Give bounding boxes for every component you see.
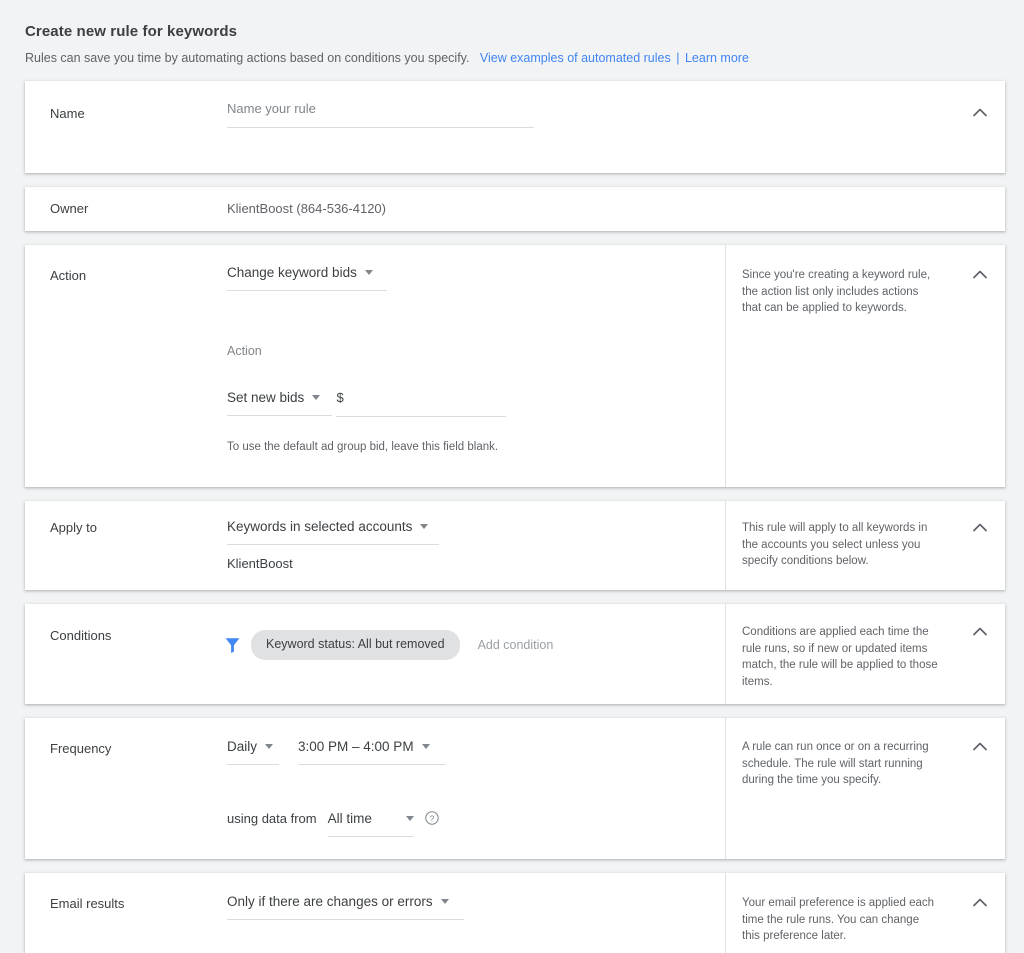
apply-to-account: KlientBoost (227, 545, 725, 573)
action-sub-label: Action (227, 343, 725, 360)
collapse-chevron-icon-action[interactable] (969, 266, 991, 282)
collapse-chevron-icon-conditions[interactable] (969, 623, 991, 639)
card-action-label: Action (25, 245, 227, 487)
card-frequency-label: Frequency (25, 718, 227, 859)
frequency-interval-select[interactable]: Daily (227, 737, 279, 765)
card-owner-aside (725, 187, 1005, 231)
card-conditions-label: Conditions (25, 604, 227, 704)
view-examples-link[interactable]: View examples of automated rules (480, 51, 671, 65)
collapse-chevron-icon-apply-to[interactable] (969, 519, 991, 535)
card-frequency: Frequency Daily 3:00 PM – 4:00 PM using … (25, 718, 1005, 859)
card-frequency-aside: A rule can run once or on a recurring sc… (725, 718, 1005, 859)
frequency-schedule-row: Daily 3:00 PM – 4:00 PM (227, 737, 725, 765)
page-subtitle-text: Rules can save you time by automating ac… (25, 51, 469, 65)
collapse-chevron-icon-name[interactable] (969, 104, 991, 120)
card-name-aside (725, 81, 1005, 173)
card-owner-label: Owner (25, 187, 227, 231)
card-email-results-aside: Your email preference is applied each ti… (725, 873, 1005, 953)
currency-prefix: $ (336, 390, 343, 405)
card-frequency-body: Daily 3:00 PM – 4:00 PM using data from … (227, 718, 725, 859)
condition-chip[interactable]: Keyword status: All but removed (251, 630, 460, 660)
chevron-down-icon-action-type (365, 270, 373, 275)
data-range-value: All time (328, 809, 372, 828)
help-circle-icon[interactable]: ? (425, 811, 439, 825)
card-owner-body: KlientBoost (864-536-4120) (227, 187, 725, 231)
learn-more-link[interactable]: Learn more (685, 51, 749, 65)
action-mode-select[interactable]: Set new bids (227, 388, 332, 416)
chevron-down-icon-frequency-interval (265, 744, 273, 749)
action-mode-select-value: Set new bids (227, 388, 304, 407)
page-title: Create new rule for keywords (25, 22, 1024, 42)
frequency-help-text: A rule can run once or on a recurring sc… (742, 739, 938, 789)
card-email-results-label: Email results (25, 873, 227, 953)
rule-form-cards: Name Name your rule Owner KlientBoost (8… (0, 81, 1024, 953)
chevron-down-icon-apply-to (420, 524, 428, 529)
card-name-label: Name (25, 81, 227, 173)
email-results-help-text: Your email preference is applied each ti… (742, 895, 938, 945)
svg-text:?: ? (429, 813, 434, 823)
bid-amount-hint: To use the default ad group bid, leave t… (227, 439, 725, 455)
frequency-data-range-row: using data from All time ? (227, 809, 725, 837)
card-action-body: Change keyword bids Action Set new bids … (227, 245, 725, 487)
card-name-body: Name your rule (227, 81, 725, 173)
conditions-help-text: Conditions are applied each time the rul… (742, 624, 938, 690)
page-header: Create new rule for keywords Rules can s… (0, 0, 1024, 67)
card-conditions-body: Keyword status: All but removed Add cond… (227, 604, 725, 704)
card-apply-to-aside: This rule will apply to all keywords in … (725, 501, 1005, 590)
collapse-chevron-icon-email-results[interactable] (969, 894, 991, 910)
card-action: Action Change keyword bids Action Set ne… (25, 245, 1005, 487)
apply-to-select-value: Keywords in selected accounts (227, 517, 412, 536)
using-data-from-label: using data from (227, 810, 317, 828)
page-subtitle: Rules can save you time by automating ac… (25, 49, 1024, 67)
card-apply-to-body: Keywords in selected accounts KlientBoos… (227, 501, 725, 590)
card-conditions: Conditions Keyword status: All but remov… (25, 604, 1005, 704)
card-conditions-aside: Conditions are applied each time the rul… (725, 604, 1005, 704)
email-results-value: Only if there are changes or errors (227, 892, 433, 911)
card-apply-to: Apply to Keywords in selected accounts K… (25, 501, 1005, 590)
chevron-down-icon-data-range (406, 816, 414, 821)
subtitle-separator: | (674, 51, 681, 65)
apply-to-select[interactable]: Keywords in selected accounts (227, 517, 439, 545)
data-range-select[interactable]: All time (328, 809, 414, 837)
email-results-select[interactable]: Only if there are changes or errors (227, 892, 464, 920)
frequency-time-value: 3:00 PM – 4:00 PM (298, 737, 414, 756)
card-action-aside: Since you're creating a keyword rule, th… (725, 245, 1005, 487)
add-condition-button[interactable]: Add condition (478, 638, 554, 653)
apply-to-help-text: This rule will apply to all keywords in … (742, 520, 938, 570)
filter-icon[interactable] (225, 637, 251, 653)
conditions-row: Keyword status: All but removed Add cond… (227, 626, 725, 660)
action-help-text: Since you're creating a keyword rule, th… (742, 267, 938, 317)
card-apply-to-label: Apply to (25, 501, 227, 590)
action-type-select-value: Change keyword bids (227, 263, 357, 282)
card-email-results: Email results Only if there are changes … (25, 873, 1005, 953)
frequency-interval-value: Daily (227, 737, 257, 756)
rule-name-input[interactable]: Name your rule (227, 100, 534, 128)
chevron-down-icon-frequency-time (422, 744, 430, 749)
owner-value: KlientBoost (864-536-4120) (227, 200, 725, 218)
action-detail-block: Action Set new bids $ To use the default… (227, 343, 725, 455)
bid-amount-input[interactable]: $ (336, 389, 506, 417)
card-name: Name Name your rule (25, 81, 1005, 173)
chevron-down-icon-action-mode (312, 395, 320, 400)
frequency-time-select[interactable]: 3:00 PM – 4:00 PM (298, 737, 446, 765)
action-type-select[interactable]: Change keyword bids (227, 263, 387, 291)
collapse-chevron-icon-frequency[interactable] (969, 738, 991, 754)
chevron-down-icon-email-results (441, 899, 449, 904)
card-owner: Owner KlientBoost (864-536-4120) (25, 187, 1005, 231)
card-email-results-body: Only if there are changes or errors (227, 873, 725, 953)
